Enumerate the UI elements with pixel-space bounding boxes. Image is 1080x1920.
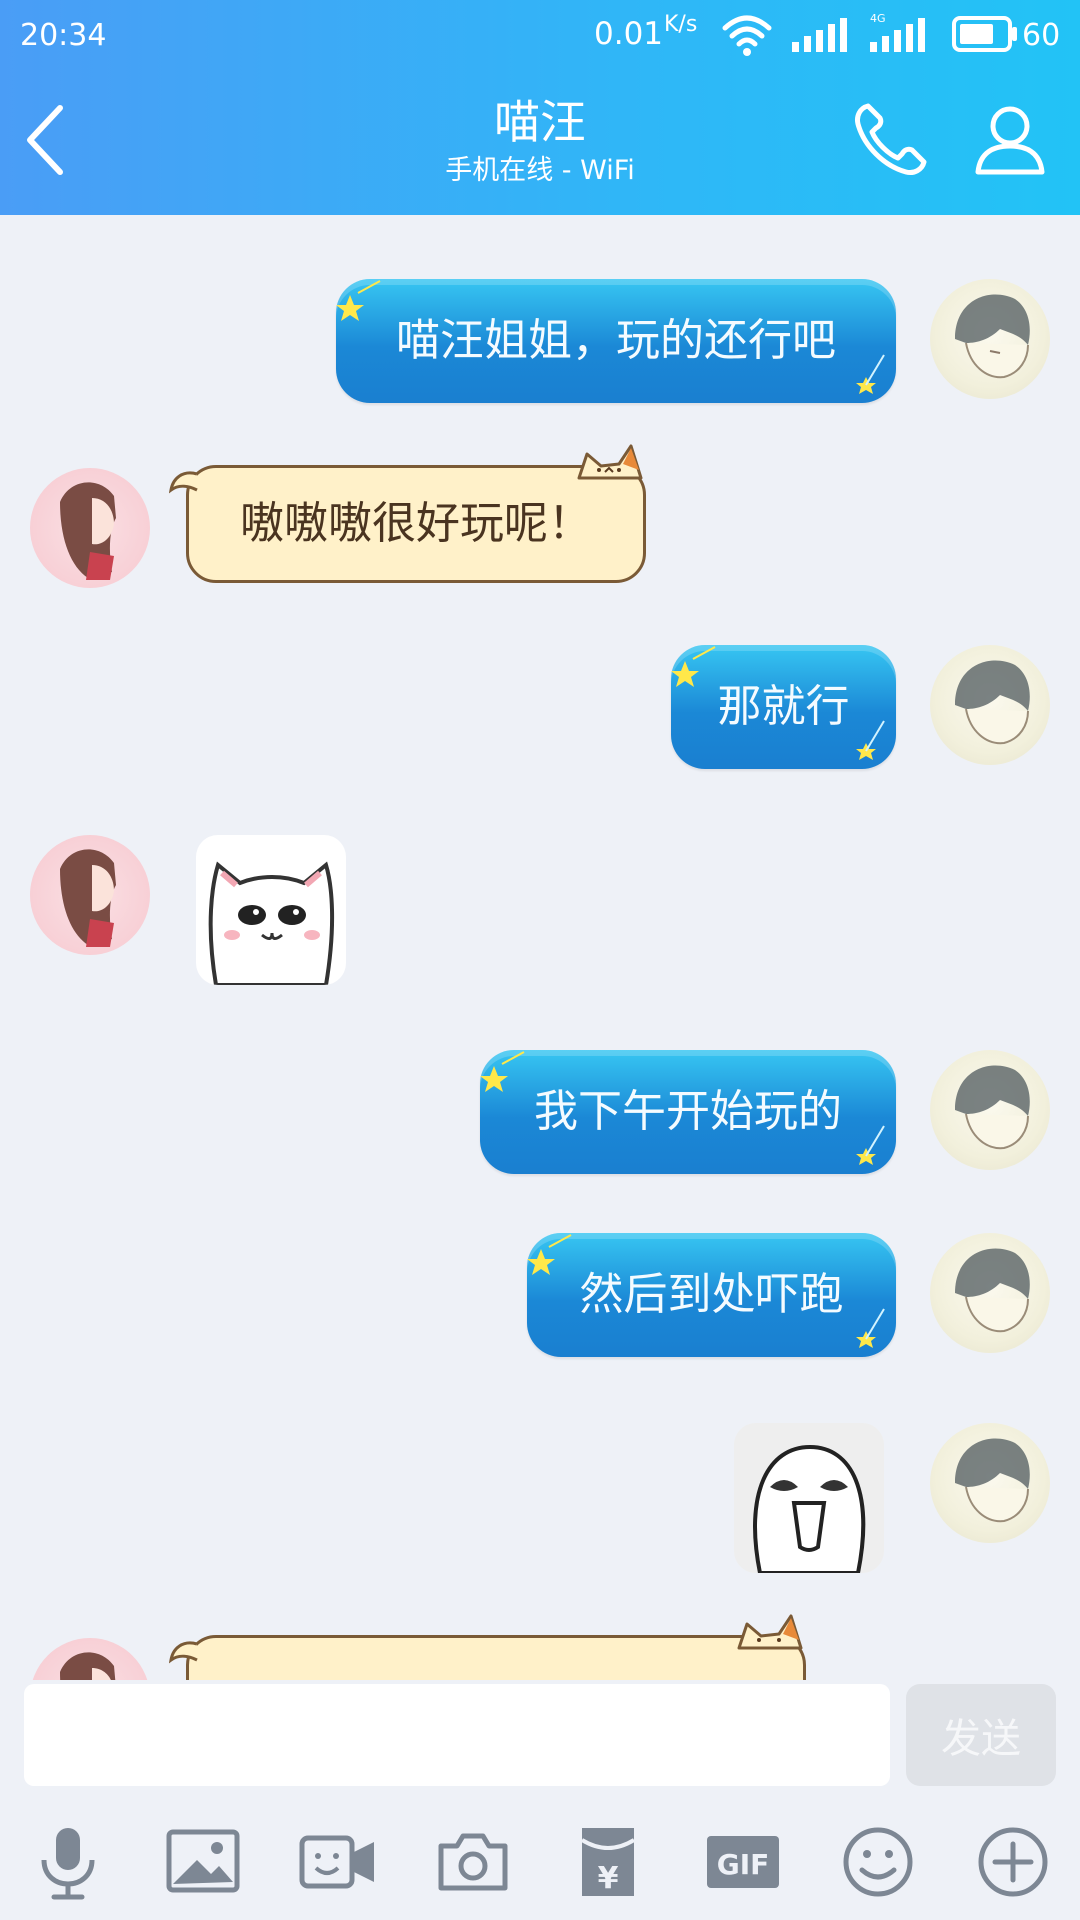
message-bubble-outgoing[interactable]: 我下午开始玩的	[480, 1050, 896, 1174]
gif-icon[interactable]: GIF	[703, 1822, 783, 1902]
status-time: 20:34	[20, 18, 107, 53]
message-list[interactable]: 喵汪姐姐，玩的还行吧 嗷嗷嗷很好玩呢！ 那就行 我下午开始玩的 然后到处吓跑	[0, 215, 1080, 1680]
avatar[interactable]	[930, 1050, 1050, 1170]
laughing-face-icon	[734, 1423, 884, 1573]
input-bar: 发送	[0, 1680, 1080, 1786]
plus-icon[interactable]	[973, 1822, 1053, 1902]
message-text: 那就行	[717, 681, 850, 732]
cat-face-icon	[208, 861, 335, 985]
svg-text:GIF: GIF	[717, 1848, 770, 1881]
message-text: 我下午开始玩的	[534, 1086, 842, 1137]
bubble-tail-icon	[169, 471, 198, 494]
battery-icon	[952, 16, 1017, 52]
message-input[interactable]	[24, 1684, 890, 1786]
anime-boy-avatar-icon	[955, 1248, 1030, 1333]
message-text: 然后到处吓跑	[579, 1269, 844, 1320]
avatar[interactable]	[930, 645, 1050, 765]
video-call-icon[interactable]	[298, 1822, 378, 1902]
wifi-icon	[722, 15, 772, 56]
chat-header: 20:34 0.01 K/s 4G 60 喵汪 手机在线 - WiFi	[0, 0, 1080, 215]
anime-boy-avatar-icon	[955, 660, 1030, 745]
online-status: 手机在线 - WiFi	[445, 155, 635, 186]
network-speed-unit: K/s	[664, 12, 698, 37]
input-toolbar: ¥ GIF	[0, 1800, 1080, 1920]
cat-ears-icon	[577, 444, 643, 480]
emoji-icon[interactable]	[838, 1822, 918, 1902]
anime-girl-avatar-icon	[60, 849, 116, 947]
avatar[interactable]	[30, 1638, 150, 1680]
svg-text:¥: ¥	[598, 1861, 619, 1896]
avatar[interactable]	[930, 279, 1050, 399]
signal-icon	[792, 18, 847, 52]
message-text: 喵汪姐姐，玩的还行吧	[396, 315, 836, 366]
image-icon[interactable]	[163, 1822, 243, 1902]
anime-girl-avatar-icon	[60, 482, 116, 580]
message-bubble-outgoing[interactable]: 然后到处吓跑	[527, 1233, 896, 1357]
laughing-face-sticker[interactable]	[734, 1423, 884, 1573]
message-bubble-outgoing[interactable]: 喵汪姐姐，玩的还行吧	[336, 279, 896, 403]
avatar[interactable]	[930, 1423, 1050, 1543]
red-packet-icon[interactable]: ¥	[568, 1822, 648, 1902]
anime-boy-avatar-icon	[955, 1065, 1030, 1150]
camera-icon[interactable]	[433, 1822, 513, 1902]
avatar[interactable]	[30, 835, 150, 955]
bubble-tail-icon	[169, 1641, 198, 1664]
message-bubble-incoming[interactable]	[169, 1614, 806, 1680]
microphone-icon[interactable]	[28, 1822, 108, 1902]
phone-icon[interactable]	[850, 100, 930, 180]
battery-level: 60	[1022, 18, 1061, 53]
anime-boy-avatar-icon	[955, 1438, 1030, 1523]
profile-icon[interactable]	[970, 100, 1050, 180]
message-text: 嗷嗷嗷很好玩呢！	[240, 498, 592, 549]
message-bubble-incoming[interactable]: 嗷嗷嗷很好玩呢！	[169, 444, 646, 583]
back-icon[interactable]	[18, 100, 78, 180]
cat-ears-icon	[737, 1614, 803, 1650]
message-bubble-outgoing[interactable]: 那就行	[671, 645, 896, 769]
network-speed: 0.01	[594, 16, 664, 52]
avatar[interactable]	[30, 468, 150, 588]
send-button[interactable]: 发送	[906, 1684, 1056, 1786]
network-type-label: 4G	[870, 12, 886, 25]
chat-title: 喵汪	[494, 95, 586, 149]
signal-4g-icon: 4G	[870, 12, 925, 52]
cat-face-sticker[interactable]	[196, 835, 346, 985]
anime-boy-avatar-icon	[955, 294, 1030, 379]
status-bar: 20:34 0.01 K/s 4G 60	[0, 0, 1080, 70]
anime-girl-avatar-icon	[60, 1652, 116, 1680]
avatar[interactable]	[930, 1233, 1050, 1353]
